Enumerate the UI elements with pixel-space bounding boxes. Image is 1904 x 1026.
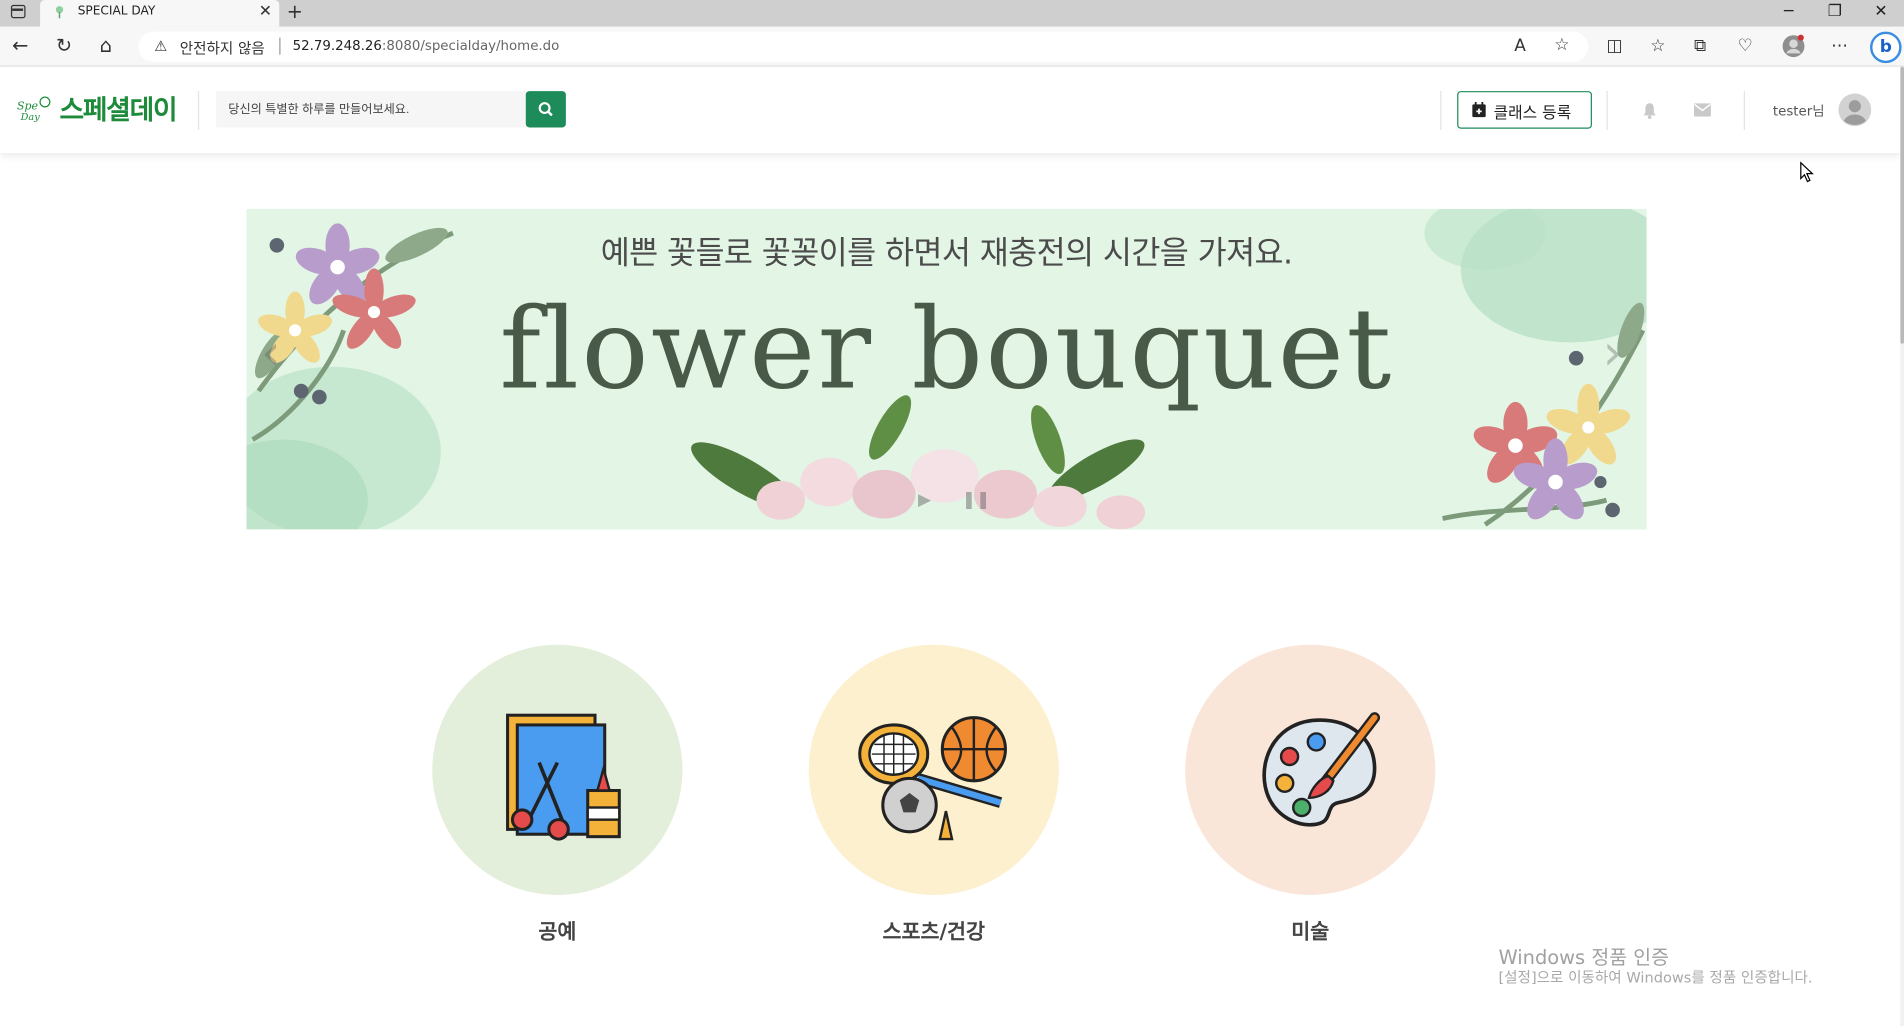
mail-icon[interactable] bbox=[1693, 103, 1711, 117]
carousel-pause-icon[interactable]: ❚❚ bbox=[962, 491, 990, 510]
site-header: Spe Day 스페셜데이 클래스 등록 bbox=[0, 66, 1901, 154]
bell-icon[interactable] bbox=[1642, 102, 1658, 120]
tab-title: SPECIAL DAY bbox=[77, 4, 156, 19]
warning-icon[interactable]: ⚠ bbox=[154, 38, 167, 55]
search-button[interactable] bbox=[525, 91, 566, 128]
header-divider bbox=[197, 91, 200, 130]
carousel-next-icon[interactable]: › bbox=[1603, 325, 1622, 381]
address-bar[interactable]: ⚠ 안전하지 않음 52.79.248.26:8080/specialday/h… bbox=[138, 31, 1589, 62]
logo-icon[interactable]: Spe Day bbox=[16, 94, 52, 126]
hero-banner[interactable]: 예쁜 꽃들로 꽃꽂이를 하면서 재충전의 시간을 가져요. flower bou… bbox=[246, 208, 1647, 530]
minimize-icon[interactable]: ─ bbox=[1766, 0, 1812, 27]
reload-icon[interactable]: ↻ bbox=[56, 35, 72, 57]
category-label[interactable]: 공예 bbox=[432, 914, 682, 944]
banner-title: flower bouquet bbox=[499, 284, 1394, 415]
favorites-icon[interactable]: ☆ bbox=[1650, 36, 1665, 55]
category-circle[interactable] bbox=[432, 644, 683, 895]
read-aloud-icon[interactable]: A bbox=[1514, 36, 1526, 55]
back-icon[interactable]: ← bbox=[12, 35, 28, 57]
browser-tab[interactable]: SPECIAL DAY ✕ bbox=[40, 0, 280, 27]
collections-icon[interactable]: ⧉ bbox=[1694, 36, 1706, 55]
close-tab-icon[interactable]: ✕ bbox=[259, 2, 272, 20]
banner-subtitle: 예쁜 꽃들로 꽃꽂이를 하면서 재충전의 시간을 가져요. bbox=[600, 235, 1293, 273]
close-window-icon[interactable]: ✕ bbox=[1858, 0, 1904, 27]
craft-icon bbox=[506, 713, 621, 841]
sports-icon bbox=[858, 716, 1007, 841]
search-input[interactable] bbox=[216, 91, 526, 128]
browser-toolbar: ← ↻ ⌂ ⚠ 안전하지 않음 52.79.248.26:8080/specia… bbox=[0, 26, 1904, 67]
browser-essentials-icon[interactable]: ♡ bbox=[1738, 36, 1753, 55]
header-divider bbox=[1743, 91, 1745, 130]
category-circle[interactable] bbox=[808, 644, 1059, 895]
favorite-star-icon[interactable]: ☆ bbox=[1554, 35, 1569, 54]
windows-activation-subtitle: [설정]으로 이동하여 Windows를 정품 인증합니다. bbox=[1498, 969, 1813, 987]
restore-icon[interactable]: ❐ bbox=[1812, 0, 1858, 27]
calendar-plus-icon bbox=[1472, 102, 1486, 118]
category-label[interactable]: 미술 bbox=[1185, 914, 1435, 944]
svg-text:Day: Day bbox=[20, 112, 41, 123]
security-status[interactable]: 안전하지 않음 bbox=[180, 38, 265, 59]
window-menu-icon[interactable] bbox=[10, 4, 26, 19]
class-register-label: 클래스 등록 bbox=[1493, 104, 1572, 123]
url-host: 52.79.248.26 bbox=[292, 37, 382, 54]
svg-text:Spe: Spe bbox=[17, 99, 38, 112]
header-divider bbox=[1440, 91, 1442, 130]
profile-icon[interactable] bbox=[1781, 34, 1805, 63]
url-text[interactable]: 52.79.248.26:8080/specialday/home.do bbox=[293, 38, 560, 54]
avatar[interactable] bbox=[1838, 93, 1872, 127]
more-menu-icon[interactable]: ⋯ bbox=[1831, 36, 1848, 55]
header-divider bbox=[1606, 91, 1608, 130]
search-icon bbox=[538, 102, 553, 117]
split-screen-icon[interactable]: ◫ bbox=[1607, 36, 1623, 55]
logo-text[interactable]: 스페셜데이 bbox=[60, 89, 178, 128]
browser-tab-strip: SPECIAL DAY ✕ + ─ ❐ ✕ bbox=[0, 0, 1904, 27]
carousel-play-icon[interactable]: ▶ bbox=[918, 491, 931, 510]
username[interactable]: tester님 bbox=[1773, 101, 1825, 120]
scrollbar-thumb[interactable] bbox=[1900, 66, 1904, 344]
art-palette-icon bbox=[1262, 712, 1381, 827]
carousel-prev-icon[interactable]: ‹ bbox=[261, 325, 280, 381]
home-icon[interactable]: ⌂ bbox=[100, 35, 112, 57]
class-register-button[interactable]: 클래스 등록 bbox=[1457, 91, 1592, 129]
category-circle[interactable] bbox=[1185, 644, 1436, 895]
url-path: :8080/specialday/home.do bbox=[381, 37, 560, 54]
site-favicon-icon bbox=[55, 6, 64, 19]
category-label[interactable]: 스포츠/건강 bbox=[809, 914, 1059, 944]
mouse-cursor-icon bbox=[1800, 161, 1814, 183]
new-tab-button[interactable]: + bbox=[287, 0, 303, 23]
address-separator bbox=[279, 37, 281, 55]
copilot-icon[interactable]: b bbox=[1870, 31, 1902, 64]
